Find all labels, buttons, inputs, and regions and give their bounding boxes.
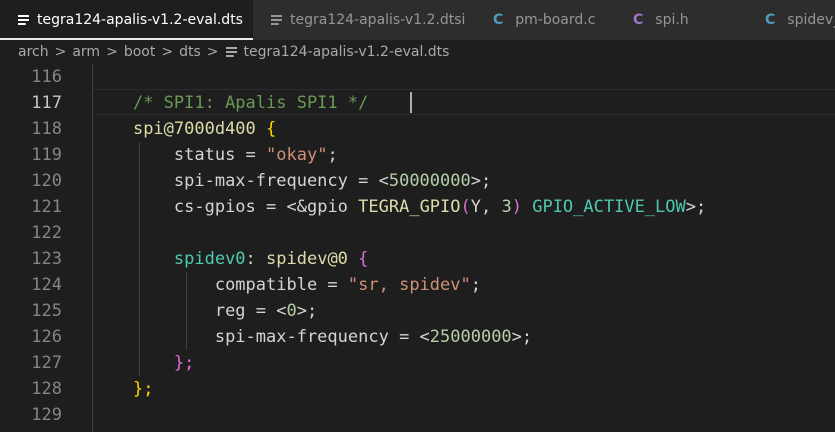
string-value: "okay" bbox=[266, 145, 328, 165]
code-line-119: status = "okay"; bbox=[92, 142, 706, 168]
breadcrumb: arch > arm > boot > dts > tegra124-apali… bbox=[0, 40, 835, 64]
line-number: 120 bbox=[31, 171, 62, 191]
operator: = < bbox=[255, 197, 297, 217]
breadcrumb-separator: > bbox=[106, 44, 118, 60]
property-name: compatible bbox=[214, 275, 318, 295]
line-number: 124 bbox=[31, 275, 62, 295]
header-file-icon: C bbox=[633, 12, 644, 28]
property-name: cs-gpios bbox=[173, 197, 256, 217]
operator: = < bbox=[388, 327, 430, 347]
code-line-127: }; bbox=[92, 350, 706, 376]
line-number: 118 bbox=[31, 119, 62, 139]
property-name: spi-max-frequency bbox=[214, 327, 389, 347]
tab-label: tegra124-apalis-v1.2.dtsi bbox=[290, 12, 466, 28]
line-number: 121 bbox=[31, 197, 62, 217]
file-lines-icon bbox=[18, 15, 29, 25]
breadcrumb-item-arch[interactable]: arch bbox=[18, 44, 49, 60]
code-line-125: reg = <0>; bbox=[92, 298, 706, 324]
line-number: 116 bbox=[31, 67, 62, 87]
tab-label: pm-board.c bbox=[515, 12, 596, 28]
punctuation: : bbox=[245, 249, 267, 269]
c-file-icon: C bbox=[765, 12, 776, 28]
macro-name: TEGRA_GPIO bbox=[347, 197, 461, 217]
tab-label: spidev_ bbox=[787, 12, 835, 28]
file-lines-icon bbox=[271, 15, 282, 25]
property-name: reg bbox=[214, 301, 246, 321]
tab-label: spi.h bbox=[655, 12, 689, 28]
punctuation: >; bbox=[470, 171, 492, 191]
code-editor[interactable]: 116 117 118 119 120 121 122 123 124 125 … bbox=[0, 64, 835, 432]
node-name: spi@7000d400 bbox=[132, 119, 256, 139]
line-number-gutter: 116 117 118 119 120 121 122 123 124 125 … bbox=[0, 64, 62, 428]
brace: { bbox=[347, 249, 369, 269]
line-number: 119 bbox=[31, 145, 62, 165]
code-line-117: /* SPI1: Apalis SPI1 */ bbox=[92, 90, 706, 116]
code-comment: /* SPI1: Apalis SPI1 */ bbox=[132, 93, 369, 113]
macro-constant: GPIO_ACTIVE_LOW bbox=[521, 197, 686, 217]
breadcrumb-item-dts[interactable]: dts bbox=[179, 44, 201, 60]
tab-spidev[interactable]: C spidev_ bbox=[747, 0, 835, 40]
code-line-126: spi-max-frequency = <25000000>; bbox=[92, 324, 706, 350]
tab-pm-board-c[interactable]: C pm-board.c bbox=[475, 0, 615, 40]
breadcrumb-separator: > bbox=[206, 44, 219, 60]
breadcrumb-item-boot[interactable]: boot bbox=[124, 44, 156, 60]
editor-tab-bar: tegra124-apalis-v1.2-eval.dts × tegra124… bbox=[0, 0, 835, 40]
breadcrumb-item-arm[interactable]: arm bbox=[72, 44, 100, 60]
punctuation: ; bbox=[470, 275, 481, 295]
code-line-128: }; bbox=[92, 376, 706, 402]
punctuation: >; bbox=[685, 197, 707, 217]
operator: = < bbox=[347, 171, 389, 191]
string-value: "sr, spidev" bbox=[347, 275, 471, 295]
tab-tegra124-apalis-v1.2-dtsi[interactable]: tegra124-apalis-v1.2.dtsi bbox=[253, 0, 475, 40]
number-value: 3 bbox=[501, 197, 512, 217]
code-lines: /* SPI1: Apalis SPI1 */ spi@7000d400 { s… bbox=[92, 64, 706, 428]
tab-label: tegra124-apalis-v1.2-eval.dts bbox=[37, 12, 243, 28]
brace: { bbox=[266, 119, 277, 139]
operator: = bbox=[235, 145, 267, 165]
line-number: 127 bbox=[31, 353, 62, 373]
line-number: 125 bbox=[31, 301, 62, 321]
closing-brace: }; bbox=[132, 379, 154, 399]
tab-tegra124-apalis-v1.2-eval-dts[interactable]: tegra124-apalis-v1.2-eval.dts × bbox=[0, 0, 266, 40]
c-file-icon: C bbox=[493, 12, 504, 28]
number-value: 50000000 bbox=[388, 171, 471, 191]
property-name: spi-max-frequency bbox=[173, 171, 348, 191]
number-value: 0 bbox=[286, 301, 297, 321]
node-label: spidev0 bbox=[173, 249, 246, 269]
node-name: spidev@0 bbox=[266, 249, 348, 269]
code-line-121: cs-gpios = <&gpio TEGRA_GPIO(Y, 3) GPIO_… bbox=[92, 194, 706, 220]
operator: = < bbox=[245, 301, 287, 321]
property-name: status bbox=[173, 145, 236, 165]
text-cursor bbox=[410, 92, 412, 113]
punctuation: ; bbox=[327, 145, 338, 165]
macro-args: Y, bbox=[470, 197, 502, 217]
breadcrumb-separator: > bbox=[161, 44, 174, 60]
punctuation: >; bbox=[511, 327, 533, 347]
code-line-118: spi@7000d400 { bbox=[92, 116, 706, 142]
paren: ) bbox=[511, 197, 522, 217]
line-number: 129 bbox=[31, 405, 62, 425]
tab-spi-h[interactable]: C spi.h bbox=[615, 0, 747, 40]
breadcrumb-separator: > bbox=[54, 44, 67, 60]
line-number: 122 bbox=[31, 223, 62, 243]
line-number: 123 bbox=[31, 249, 62, 269]
breadcrumb-file[interactable]: tegra124-apalis-v1.2-eval.dts bbox=[243, 44, 449, 60]
closing-brace: }; bbox=[173, 353, 195, 373]
code-line-124: compatible = "sr, spidev"; bbox=[92, 272, 706, 298]
phandle-reference: &gpio bbox=[296, 197, 348, 217]
file-lines-icon bbox=[226, 47, 238, 57]
operator: = bbox=[317, 275, 348, 295]
code-line-120: spi-max-frequency = <50000000>; bbox=[92, 168, 706, 194]
code-line-123: spidev0: spidev@0 { bbox=[92, 246, 706, 272]
line-number: 126 bbox=[31, 327, 62, 347]
line-number: 128 bbox=[31, 379, 62, 399]
punctuation: >; bbox=[296, 301, 318, 321]
paren: ( bbox=[460, 197, 471, 217]
line-number-active: 117 bbox=[31, 93, 62, 113]
number-value: 25000000 bbox=[429, 327, 512, 347]
